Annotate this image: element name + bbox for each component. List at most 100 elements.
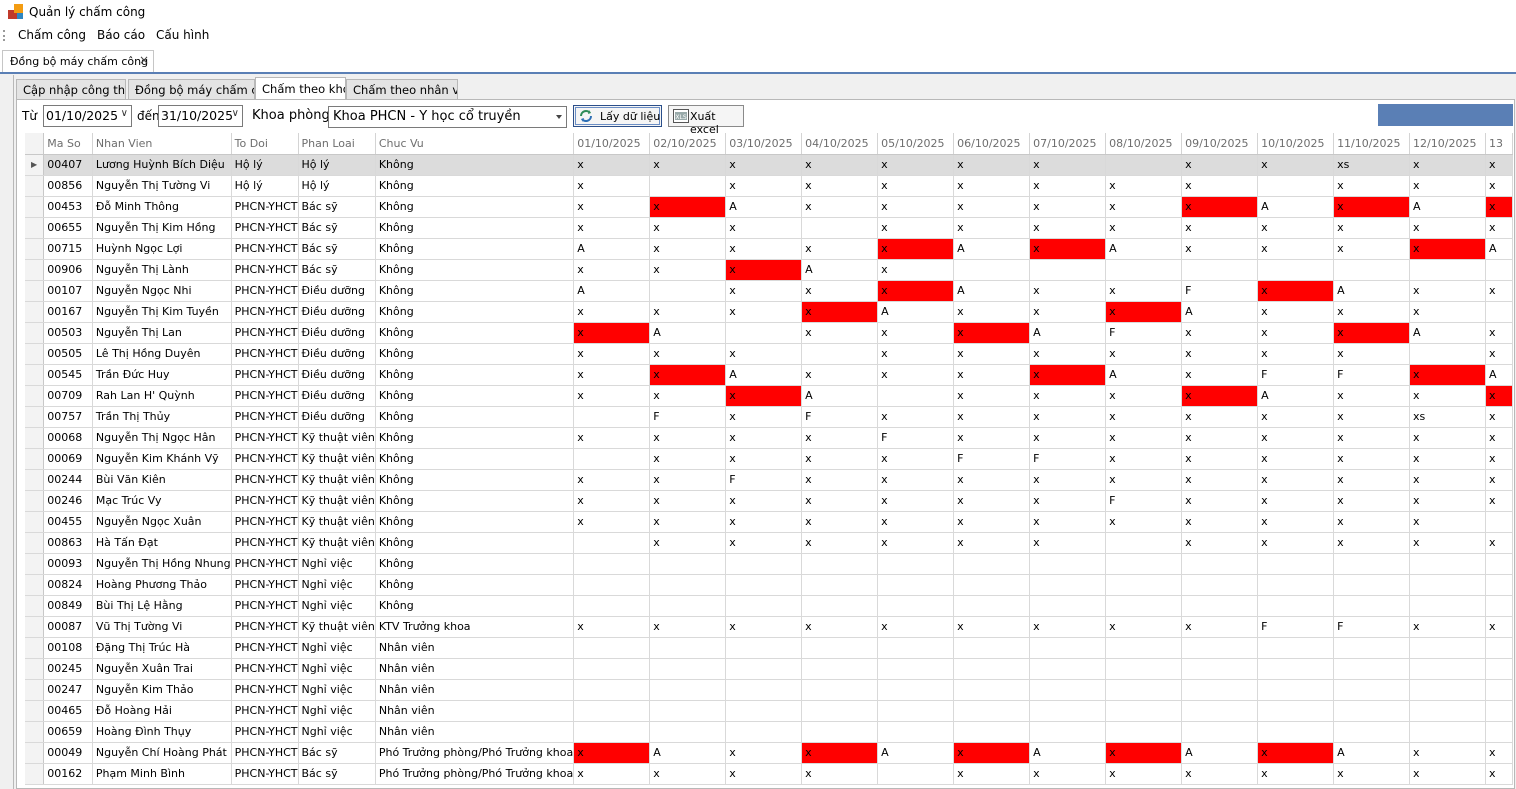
day-cell[interactable] xyxy=(725,721,803,743)
cell-team[interactable]: PHCN-YHCT xyxy=(231,553,299,575)
table-row[interactable]: 00655 Nguyễn Thị Kim Hồng PHCN-YHCT Bác sỹ K… xyxy=(25,217,1513,239)
cell-id[interactable]: 00465 xyxy=(43,700,93,722)
day-cell[interactable] xyxy=(1409,574,1487,596)
cell-name[interactable]: Nguyễn Thị Lan xyxy=(92,322,232,344)
cell-type[interactable]: Bác sỹ xyxy=(298,238,376,260)
dept-select[interactable]: Khoa PHCN - Y học cổ truyền xyxy=(328,106,567,128)
cell-name[interactable]: Đặng Thị Trúc Hà xyxy=(92,637,232,659)
day-cell[interactable]: x xyxy=(953,196,1031,218)
day-cell[interactable] xyxy=(1333,553,1411,575)
table-row[interactable]: 00453 Đỗ Minh Thông PHCN-YHCT Bác sỹ Không x x… xyxy=(25,196,1513,218)
cell-type[interactable]: Điều dưỡng xyxy=(298,280,376,302)
day-cell[interactable]: x xyxy=(1409,154,1487,176)
cell-id[interactable]: 00906 xyxy=(43,259,93,281)
day-cell[interactable] xyxy=(801,595,879,617)
cell-type[interactable]: Nghỉ việc xyxy=(298,721,376,743)
day-cell[interactable] xyxy=(1485,658,1513,680)
day-cell[interactable]: x xyxy=(725,154,803,176)
day-cell[interactable] xyxy=(649,679,727,701)
day-cell[interactable]: x xyxy=(649,154,727,176)
day-cell[interactable]: x xyxy=(1181,175,1259,197)
day-cell[interactable] xyxy=(1485,637,1513,659)
day-cell[interactable] xyxy=(953,259,1031,281)
day-cell[interactable] xyxy=(725,679,803,701)
day-cell[interactable]: x xyxy=(1181,343,1259,365)
export-excel-button[interactable]: XLS Xuất excel xyxy=(668,105,744,136)
column-header[interactable]: 13 xyxy=(1485,133,1513,155)
cell-type[interactable]: Điều dưỡng xyxy=(298,322,376,344)
day-cell[interactable]: x xyxy=(801,322,879,344)
day-cell[interactable]: x xyxy=(725,448,803,470)
day-cell[interactable]: x xyxy=(1257,511,1335,533)
day-cell[interactable]: A xyxy=(877,301,955,323)
day-cell[interactable]: A xyxy=(1181,742,1259,764)
day-cell[interactable]: x xyxy=(953,490,1031,512)
cell-id[interactable]: 00824 xyxy=(43,574,93,596)
day-cell[interactable] xyxy=(1333,637,1411,659)
day-cell[interactable]: F xyxy=(1105,322,1183,344)
day-cell[interactable]: x xyxy=(649,343,727,365)
day-cell[interactable] xyxy=(1333,658,1411,680)
day-cell[interactable]: x xyxy=(649,469,727,491)
day-cell[interactable] xyxy=(801,217,879,239)
day-cell[interactable]: x xyxy=(1333,448,1411,470)
day-cell[interactable]: x xyxy=(1181,322,1259,344)
day-cell[interactable] xyxy=(953,595,1031,617)
day-cell[interactable]: x xyxy=(725,616,803,638)
day-cell[interactable]: x xyxy=(1257,322,1335,344)
cell-team[interactable]: PHCN-YHCT xyxy=(231,196,299,218)
column-header[interactable]: To Doi xyxy=(231,133,299,155)
day-cell[interactable]: x xyxy=(877,490,955,512)
table-row[interactable]: 00906 Nguyễn Thị Lành PHCN-YHCT Bác sỹ Không… xyxy=(25,259,1513,281)
cell-id[interactable]: 00659 xyxy=(43,721,93,743)
day-cell[interactable]: F xyxy=(649,406,727,428)
day-cell[interactable] xyxy=(1105,259,1183,281)
row-indicator[interactable] xyxy=(25,175,45,197)
day-cell[interactable]: A xyxy=(801,259,879,281)
row-indicator[interactable] xyxy=(25,406,45,428)
column-header[interactable]: 04/10/2025 xyxy=(801,133,879,155)
day-cell[interactable] xyxy=(1485,553,1513,575)
day-cell[interactable]: x xyxy=(1105,448,1183,470)
day-cell[interactable]: x xyxy=(1029,154,1107,176)
day-cell[interactable] xyxy=(1485,721,1513,743)
day-cell[interactable] xyxy=(725,637,803,659)
day-cell[interactable] xyxy=(801,343,879,365)
day-cell[interactable] xyxy=(649,700,727,722)
day-cell[interactable] xyxy=(1029,721,1107,743)
day-cell[interactable] xyxy=(1257,259,1335,281)
day-cell[interactable] xyxy=(1409,679,1487,701)
day-cell[interactable] xyxy=(1485,574,1513,596)
day-cell[interactable]: x xyxy=(1409,301,1487,323)
day-cell[interactable]: x xyxy=(573,259,651,281)
row-indicator[interactable] xyxy=(25,280,45,302)
cell-name[interactable]: Nguyễn Kim Khánh Vỹ xyxy=(92,448,232,470)
row-indicator[interactable] xyxy=(25,196,45,218)
day-cell[interactable]: F xyxy=(953,448,1031,470)
day-cell[interactable]: x xyxy=(953,154,1031,176)
day-cell[interactable]: x xyxy=(573,175,651,197)
day-cell[interactable] xyxy=(649,574,727,596)
day-cell[interactable]: A xyxy=(877,742,955,764)
day-cell[interactable]: A xyxy=(801,385,879,407)
day-cell[interactable]: x xyxy=(801,154,879,176)
cell-type[interactable]: Điều dưỡng xyxy=(298,364,376,386)
cell-name[interactable]: Phạm Minh Bình xyxy=(92,763,232,785)
day-cell[interactable]: x xyxy=(1257,490,1335,512)
day-cell[interactable]: x xyxy=(1257,532,1335,554)
day-cell[interactable]: x xyxy=(801,469,879,491)
row-indicator[interactable] xyxy=(25,595,45,617)
day-cell[interactable]: F xyxy=(1333,364,1411,386)
day-cell[interactable]: x xyxy=(649,217,727,239)
column-header[interactable]: 06/10/2025 xyxy=(953,133,1031,155)
day-cell[interactable]: x xyxy=(1409,511,1487,533)
table-row[interactable]: 00503 Nguyễn Thị Lan PHCN-YHCT Điều dưỡng Kh… xyxy=(25,322,1513,344)
cell-id[interactable]: 00856 xyxy=(43,175,93,197)
day-cell[interactable]: x xyxy=(573,763,651,785)
day-cell[interactable]: x xyxy=(1485,154,1513,176)
cell-team[interactable]: PHCN-YHCT xyxy=(231,700,299,722)
day-cell[interactable]: x xyxy=(725,742,803,764)
day-cell[interactable] xyxy=(1029,679,1107,701)
day-cell[interactable]: A xyxy=(1181,301,1259,323)
cell-id[interactable]: 00715 xyxy=(43,238,93,260)
